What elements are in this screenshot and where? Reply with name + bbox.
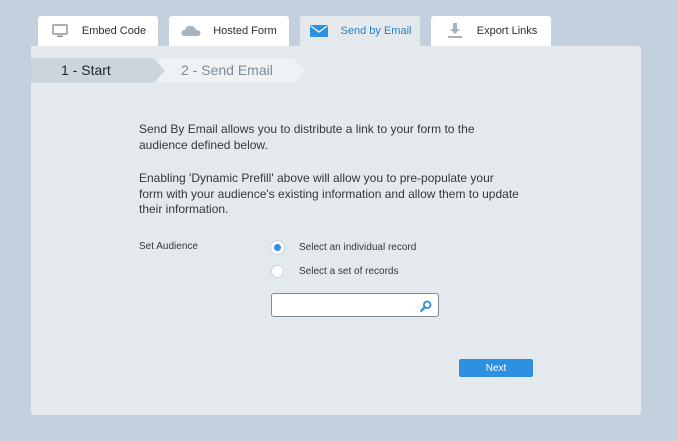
tab-label: Hosted Form [213,25,277,37]
search-icon[interactable] [420,299,432,312]
tab-send-by-email[interactable]: Send by Email [300,16,420,46]
prefill-description-paragraph: Enabling 'Dynamic Prefill' above will al… [139,171,519,216]
next-button[interactable]: Next [459,359,533,377]
radio-individual-record[interactable]: Select an individual record [271,241,416,254]
tab-hosted-form[interactable]: Hosted Form [169,16,289,46]
step-start[interactable]: 1 - Start [31,58,165,83]
record-search-box [271,293,439,317]
step-label: 2 - Send Email [181,62,273,78]
step-wizard: 2 - Send Email 1 - Start [31,58,331,83]
radio-button-selected[interactable] [271,241,284,254]
send-by-email-panel: 2 - Send Email 1 - Start Send By Email a… [31,46,641,415]
tab-export-links[interactable]: Export Links [431,16,551,46]
record-search-input[interactable] [277,295,421,317]
tab-label: Embed Code [81,25,147,37]
set-audience-label: Set Audience [139,241,198,252]
monitor-icon [50,23,70,39]
radio-label: Select an individual record [299,242,417,253]
step-send-email[interactable]: 2 - Send Email [159,58,305,83]
description-paragraph: Send By Email allows you to distribute a… [139,122,475,152]
radio-label: Select a set of records [299,266,399,277]
tab-label: Send by Email [340,25,412,37]
envelope-icon [309,23,329,39]
download-icon [445,23,465,39]
radio-set-of-records[interactable]: Select a set of records [271,265,399,278]
radio-button[interactable] [271,265,284,278]
step-label: 1 - Start [61,62,111,78]
tab-embed-code[interactable]: Embed Code [38,16,158,46]
cloud-icon [181,23,201,39]
tab-bar: Embed Code Hosted Form Send by Email Exp… [38,16,551,46]
tab-label: Export Links [476,25,538,37]
